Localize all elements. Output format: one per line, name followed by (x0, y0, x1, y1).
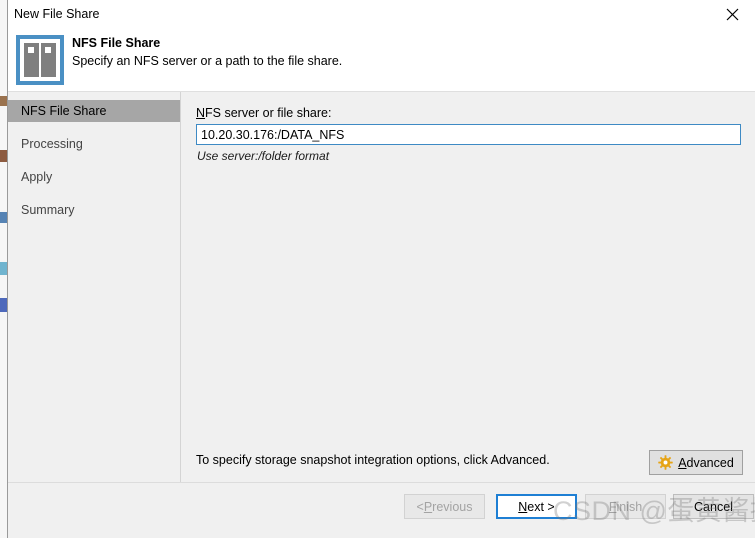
finish-accesskey: F (608, 499, 617, 514)
new-file-share-dialog: New File Share NFS File Share Specify an… (0, 0, 755, 538)
nfs-server-hint: Use server:/folder format (197, 149, 330, 163)
sidebar-item-summary[interactable]: Summary (8, 199, 180, 221)
sidebar-item-label: NFS File Share (21, 104, 107, 118)
advanced-button-label: Advanced (678, 456, 734, 470)
cancel-button-label: Cancel (694, 499, 733, 514)
gear-icon (658, 455, 673, 470)
advanced-note: To specify storage snapshot integration … (196, 453, 550, 467)
nfs-server-label-accesskey: N (196, 106, 206, 120)
advanced-accesskey: A (678, 455, 687, 470)
close-icon[interactable] (710, 0, 755, 28)
content-pane: NFS server or file share: Use server:/fo… (182, 92, 755, 482)
sidebar-item-label: Apply (21, 170, 53, 184)
page-subtitle: Specify an NFS server or a path to the f… (72, 54, 343, 68)
title-bar: New File Share (8, 0, 755, 28)
dialog-footer: < Previous Next > Finish Cancel (8, 482, 755, 538)
close-glyph (726, 8, 739, 20)
nfs-server-label: NFS server or file share: (196, 106, 331, 120)
nfs-server-label-rest: FS server or file share: (205, 106, 332, 120)
cancel-button[interactable]: Cancel (673, 494, 754, 519)
sidebar-item-label: Processing (21, 137, 83, 151)
sidebar-item-label: Summary (21, 203, 75, 217)
next-button[interactable]: Next > (496, 494, 577, 519)
advanced-rest: dvanced (686, 455, 734, 470)
sidebar-item-apply[interactable]: Apply (8, 166, 180, 188)
previous-button[interactable]: < Previous (404, 494, 485, 519)
wizard-steps-sidebar: NFS File Share Processing Apply Summary (8, 92, 181, 482)
finish-rest: inish (616, 499, 643, 514)
dialog-body: NFS File Share Processing Apply Summary … (8, 92, 755, 482)
previous-rest: revious (432, 499, 473, 514)
sidebar-item-processing[interactable]: Processing (8, 133, 180, 155)
advanced-button[interactable]: Advanced (649, 450, 743, 475)
file-share-icon (16, 35, 64, 85)
next-rest: ext > (527, 499, 555, 514)
nfs-server-input[interactable] (196, 124, 741, 145)
next-accesskey: N (518, 499, 528, 514)
sidebar-item-nfs-file-share[interactable]: NFS File Share (8, 100, 180, 122)
dialog-header: NFS File Share Specify an NFS server or … (8, 28, 755, 92)
background-window-edge (0, 0, 8, 538)
previous-prefix: < (416, 499, 424, 514)
window-title: New File Share (14, 7, 100, 21)
page-title: NFS File Share (72, 36, 161, 50)
finish-button[interactable]: Finish (585, 494, 666, 519)
previous-accesskey: P (423, 499, 433, 514)
